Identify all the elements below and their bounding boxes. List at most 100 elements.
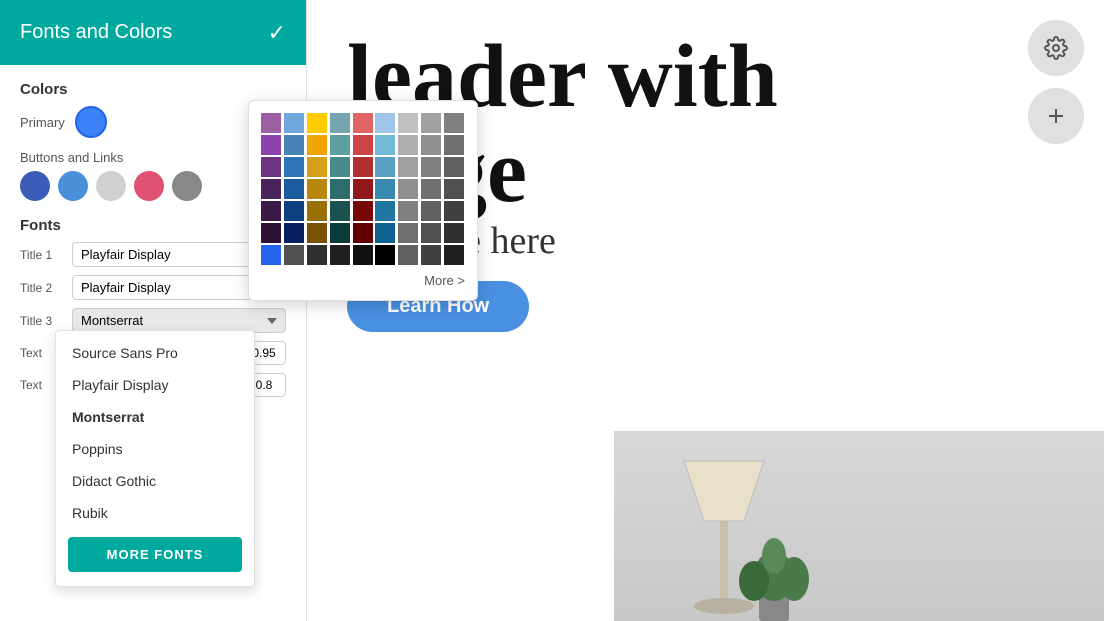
- color-cell[interactable]: [353, 179, 373, 199]
- add-button[interactable]: [1028, 88, 1084, 144]
- color-cell[interactable]: [375, 245, 395, 265]
- color-cell[interactable]: [421, 245, 441, 265]
- buttons-links-label: Buttons and Links: [20, 150, 286, 165]
- color-cell[interactable]: [398, 179, 418, 199]
- color-cell[interactable]: [444, 223, 464, 243]
- color-cell[interactable]: [398, 245, 418, 265]
- color-grid: [261, 113, 465, 265]
- color-cell[interactable]: [375, 179, 395, 199]
- gear-icon: [1044, 36, 1068, 60]
- font-row-title2: Title 2 Playfair Display Montserrat Sour…: [20, 275, 286, 300]
- color-cell[interactable]: [398, 113, 418, 133]
- color-cell[interactable]: [284, 113, 304, 133]
- font-dropdown: Source Sans Pro Playfair Display Montser…: [55, 330, 255, 587]
- font-row-title1: Title 1 Playfair Display Montserrat Sour…: [20, 242, 286, 267]
- primary-color-swatch[interactable]: [75, 106, 107, 138]
- color-cell[interactable]: [375, 201, 395, 221]
- color-cell[interactable]: [261, 223, 281, 243]
- color-cell[interactable]: [398, 135, 418, 155]
- hero-image: [614, 431, 1104, 621]
- color-cell[interactable]: [375, 135, 395, 155]
- more-colors-link[interactable]: More >: [261, 273, 465, 288]
- color-cell[interactable]: [330, 245, 350, 265]
- color-cell[interactable]: [421, 135, 441, 155]
- color-cell[interactable]: [330, 157, 350, 177]
- color-cell[interactable]: [307, 223, 327, 243]
- color-cell[interactable]: [444, 113, 464, 133]
- color-cell[interactable]: [307, 135, 327, 155]
- confirm-icon[interactable]: ✓: [268, 20, 286, 46]
- color-cell[interactable]: [353, 135, 373, 155]
- color-cell[interactable]: [307, 179, 327, 199]
- color-cell[interactable]: [284, 223, 304, 243]
- color-cell[interactable]: [261, 157, 281, 177]
- color-cell[interactable]: [444, 245, 464, 265]
- color-cell[interactable]: [375, 157, 395, 177]
- color-cell[interactable]: [421, 201, 441, 221]
- color-cell[interactable]: [353, 113, 373, 133]
- color-cell[interactable]: [330, 223, 350, 243]
- dropdown-item-rubik[interactable]: Rubik: [56, 497, 254, 529]
- plant-illustration: [714, 501, 834, 621]
- color-cell[interactable]: [421, 179, 441, 199]
- color-cell[interactable]: [398, 157, 418, 177]
- color-cell[interactable]: [307, 113, 327, 133]
- color-cell[interactable]: [398, 223, 418, 243]
- color-cell[interactable]: [261, 201, 281, 221]
- color-cell[interactable]: [353, 157, 373, 177]
- right-buttons: [1028, 20, 1084, 144]
- color-cell[interactable]: [307, 245, 327, 265]
- title1-label: Title 1: [20, 248, 64, 262]
- main-content: leader with nage r subtitle here Learn H…: [307, 0, 1104, 621]
- dropdown-item-poppins[interactable]: Poppins: [56, 433, 254, 465]
- color-cell[interactable]: [375, 113, 395, 133]
- dropdown-item-montserrat[interactable]: Montserrat: [56, 401, 254, 433]
- dropdown-item-playfair[interactable]: Playfair Display: [56, 369, 254, 401]
- color-cell[interactable]: [330, 135, 350, 155]
- color-cell[interactable]: [353, 245, 373, 265]
- color-cell[interactable]: [261, 135, 281, 155]
- color-cell[interactable]: [353, 201, 373, 221]
- color-cell[interactable]: [307, 201, 327, 221]
- color-cell[interactable]: [284, 135, 304, 155]
- swatch-blue-mid[interactable]: [58, 171, 88, 201]
- color-cell[interactable]: [284, 201, 304, 221]
- more-fonts-button[interactable]: MORE FONTS: [68, 537, 242, 572]
- swatch-gray[interactable]: [96, 171, 126, 201]
- title2-label: Title 2: [20, 281, 64, 295]
- color-cell[interactable]: [284, 179, 304, 199]
- dropdown-item-source-sans[interactable]: Source Sans Pro: [56, 337, 254, 369]
- color-cell[interactable]: [261, 113, 281, 133]
- color-cell[interactable]: [330, 179, 350, 199]
- color-picker-popup: More >: [248, 100, 478, 301]
- color-cell[interactable]: [307, 157, 327, 177]
- panel-header: Fonts and Colors ✓: [0, 0, 306, 65]
- color-cell[interactable]: [353, 223, 373, 243]
- color-cell[interactable]: [421, 113, 441, 133]
- color-cell[interactable]: [284, 157, 304, 177]
- swatch-pink[interactable]: [134, 171, 164, 201]
- primary-label: Primary: [20, 115, 65, 130]
- color-cell[interactable]: [261, 245, 281, 265]
- title3-label: Title 3: [20, 314, 64, 328]
- color-cell[interactable]: [421, 223, 441, 243]
- color-cell[interactable]: [261, 179, 281, 199]
- color-cell[interactable]: [421, 157, 441, 177]
- dropdown-item-didact[interactable]: Didact Gothic: [56, 465, 254, 497]
- color-cell[interactable]: [284, 245, 304, 265]
- color-cell[interactable]: [330, 113, 350, 133]
- color-cell[interactable]: [330, 201, 350, 221]
- color-cell[interactable]: [398, 201, 418, 221]
- colors-section-label: Colors: [20, 81, 286, 98]
- panel-title: Fonts and Colors: [20, 21, 172, 44]
- color-cell[interactable]: [444, 179, 464, 199]
- color-cell[interactable]: [375, 223, 395, 243]
- swatch-blue-dark[interactable]: [20, 171, 50, 201]
- primary-color-row: Primary: [20, 106, 286, 138]
- color-cell[interactable]: [444, 135, 464, 155]
- settings-button[interactable]: [1028, 20, 1084, 76]
- color-cell[interactable]: [444, 201, 464, 221]
- color-cell[interactable]: [444, 157, 464, 177]
- swatch-gray-dark[interactable]: [172, 171, 202, 201]
- fonts-section-label: Fonts: [20, 217, 286, 234]
